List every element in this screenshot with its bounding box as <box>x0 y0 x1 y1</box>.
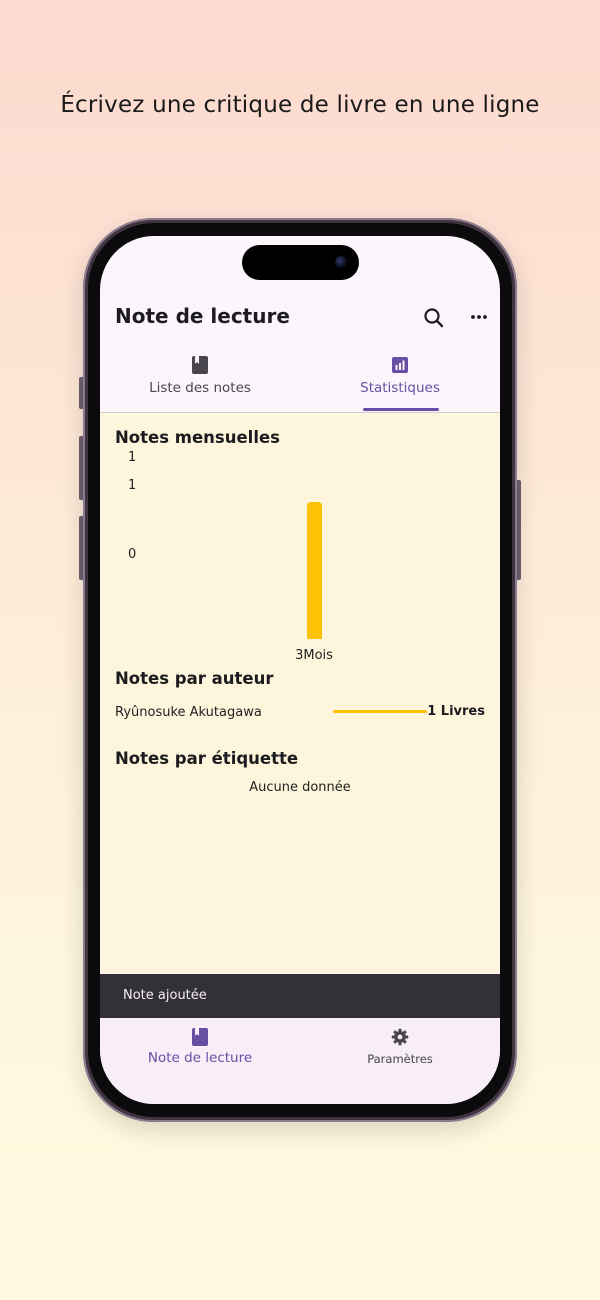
more-horizontal-icon <box>471 315 487 319</box>
y-tick-label: 1 <box>128 450 137 465</box>
more-options-button[interactable] <box>465 304 493 332</box>
tag-notes-title: Notes par étiquette <box>115 749 299 768</box>
phone-screen: Note de lecture Liste des notes Statisti… <box>100 236 500 1104</box>
y-tick-label: 0 <box>128 547 137 562</box>
statistics-panel: Notes mensuelles 1 1 0 3Mois Notes par a… <box>100 413 500 973</box>
camera-icon <box>335 256 347 268</box>
promo-headline: Écrivez une critique de livre en une lig… <box>60 92 540 118</box>
tab-statistics[interactable]: Statistiques <box>300 344 500 412</box>
author-name: Ryûnosuke Akutagawa <box>115 705 262 720</box>
nav-settings[interactable]: Paramètres <box>300 1018 500 1078</box>
tab-active-indicator <box>363 408 439 411</box>
monthly-bar-chart: 3Mois <box>140 433 490 663</box>
search-button[interactable] <box>420 304 448 332</box>
snackbar: Note ajoutée <box>100 974 500 1018</box>
author-count-bar <box>333 710 427 713</box>
search-icon <box>424 308 444 328</box>
author-notes-title: Notes par auteur <box>115 669 274 688</box>
y-tick-label: 1 <box>128 478 137 493</box>
book-icon <box>192 1028 208 1046</box>
gear-icon <box>391 1028 409 1046</box>
book-icon <box>192 356 208 374</box>
tab-notes-list[interactable]: Liste des notes <box>100 344 300 412</box>
tag-empty-state: Aucune donnée <box>249 780 351 795</box>
dynamic-island <box>242 245 359 280</box>
snackbar-text: Note ajoutée <box>123 988 207 1003</box>
tab-bar: Liste des notes Statistiques <box>100 344 500 413</box>
chart-bar <box>306 502 322 639</box>
bar-chart-icon <box>392 357 408 373</box>
tab-statistics-label: Statistiques <box>360 380 440 396</box>
author-count: 1 Livres <box>427 704 485 719</box>
nav-settings-label: Paramètres <box>367 1052 433 1066</box>
tab-notes-list-label: Liste des notes <box>149 380 251 396</box>
x-tick-label: 3Mois <box>295 648 333 663</box>
bottom-navigation: Note de lecture Paramètres <box>100 1018 500 1104</box>
nav-reading-notes[interactable]: Note de lecture <box>100 1018 300 1078</box>
app-title: Note de lecture <box>115 304 290 328</box>
nav-reading-notes-label: Note de lecture <box>147 1050 253 1066</box>
